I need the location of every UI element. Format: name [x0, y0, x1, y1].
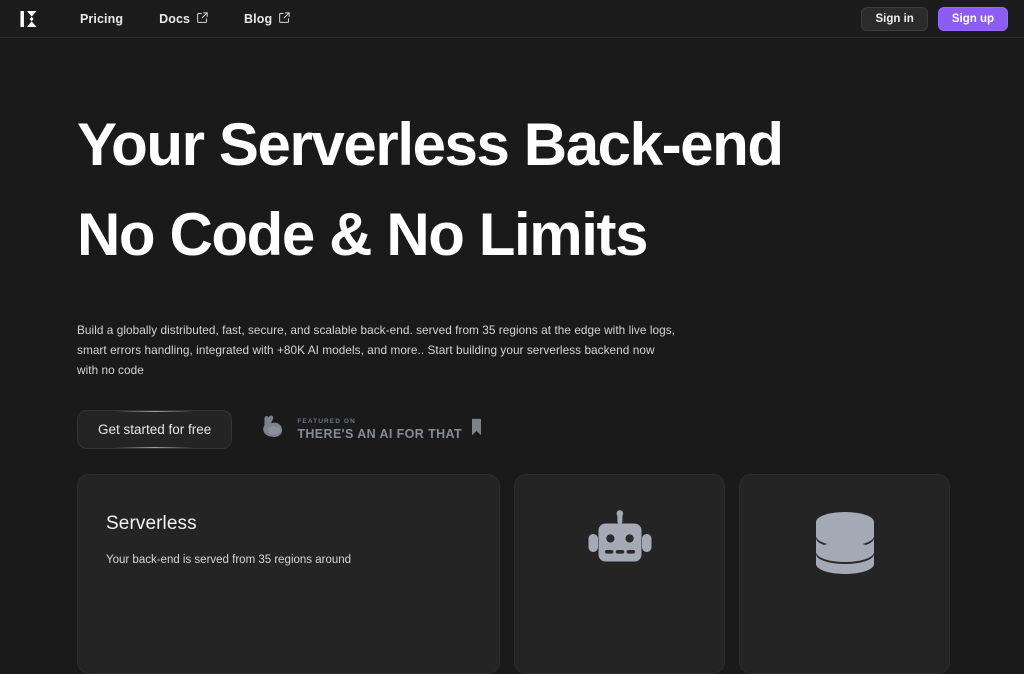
hero-subtitle: Build a globally distributed, fast, secu…	[77, 323, 675, 377]
site-header: Pricing Docs Blog Sign in Sign up	[0, 0, 1024, 38]
robot-icon	[582, 507, 658, 673]
featured-on-badge[interactable]: FEATURED ON THERE'S AN AI FOR THAT	[258, 412, 482, 447]
featured-badge-text: FEATURED ON THERE'S AN AI FOR THAT	[297, 418, 462, 441]
bookmark-icon	[471, 418, 482, 441]
card-title: Serverless	[106, 513, 197, 534]
featured-badge-title: THERE'S AN AI FOR THAT	[297, 427, 463, 441]
page-title: Your Serverless Back-end No Code & No Li…	[77, 100, 1024, 280]
sign-in-button[interactable]: Sign in	[861, 6, 928, 31]
hero-title-line-2: No Code & No Limits	[77, 201, 648, 268]
nav-label-pricing: Pricing	[80, 11, 124, 26]
feature-card-serverless[interactable]: Serverless Your back-end is served from …	[77, 474, 500, 674]
nav-item-pricing[interactable]: Pricing	[66, 12, 141, 26]
external-link-icon	[279, 11, 290, 26]
hero-cta-row: Get started for free FEATURED ON THERE'S…	[77, 410, 1024, 449]
kuma-k-logo-icon[interactable]	[14, 7, 44, 31]
nav-label-blog: Blog	[244, 11, 273, 26]
nav-item-docs[interactable]: Docs	[141, 12, 226, 26]
feature-card-ai-models[interactable]	[514, 474, 725, 674]
flexed-biceps-icon	[258, 412, 288, 447]
main-nav: Pricing Docs Blog	[66, 12, 308, 26]
featured-badge-kicker: FEATURED ON	[297, 418, 356, 425]
hero-title-line-1: Your Serverless Back-end	[77, 111, 784, 178]
database-icon	[812, 507, 878, 673]
external-link-icon	[197, 11, 208, 26]
nav-label-docs: Docs	[159, 11, 191, 26]
header-actions: Sign in Sign up	[861, 6, 1008, 31]
card-description: Your back-end is served from 35 regions …	[106, 554, 352, 566]
get-started-button[interactable]: Get started for free	[77, 410, 233, 449]
feature-cards: Serverless Your back-end is served from …	[77, 474, 950, 674]
sign-up-button[interactable]: Sign up	[937, 6, 1008, 31]
hero-section: Your Serverless Back-end No Code & No Li…	[0, 38, 1024, 449]
feature-card-database[interactable]	[739, 474, 950, 674]
nav-item-blog[interactable]: Blog	[226, 12, 308, 26]
